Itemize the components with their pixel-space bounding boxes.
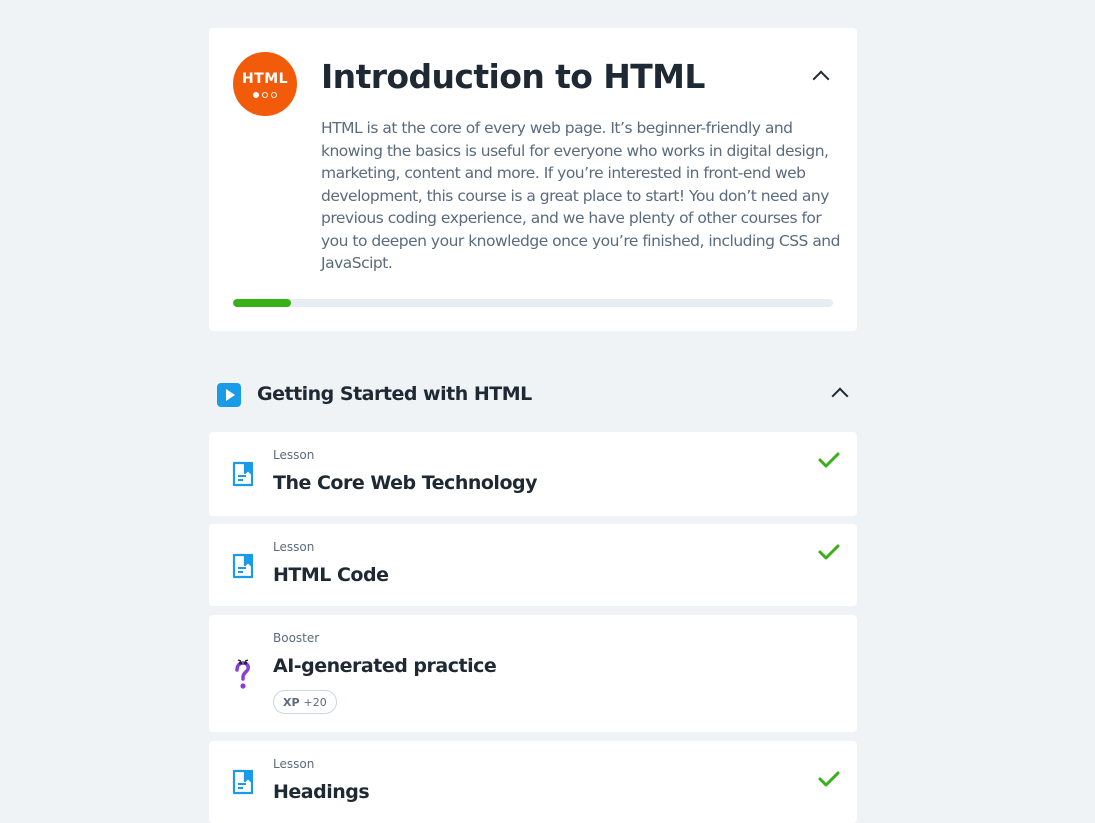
course-progress-fill — [233, 299, 292, 307]
item-type-label: Lesson — [273, 540, 315, 554]
course-progress-bar — [233, 299, 833, 307]
section-header[interactable]: Getting Started with HTML — [209, 372, 857, 416]
lesson-document-icon — [232, 553, 253, 579]
item-type-label: Lesson — [273, 757, 315, 771]
item-title: AI-generated practice — [273, 655, 497, 677]
section-title: Getting Started with HTML — [257, 383, 532, 405]
item-type-label: Lesson — [273, 448, 315, 462]
course-card: HTML Introduction to HTML HTML is at the… — [209, 28, 857, 331]
lesson-item[interactable]: Lesson Headings — [209, 741, 857, 823]
item-title: The Core Web Technology — [273, 472, 537, 494]
logo-dots-icon — [253, 91, 277, 98]
lesson-item[interactable]: Lesson HTML Code — [209, 524, 857, 606]
check-icon — [818, 452, 840, 468]
course-logo-text: HTML — [241, 70, 289, 87]
xp-value: +20 — [303, 695, 327, 709]
lesson-document-icon — [232, 461, 253, 487]
lesson-item[interactable]: Lesson The Core Web Technology — [209, 432, 857, 516]
lesson-document-icon — [232, 769, 253, 795]
html-course-logo: HTML — [233, 52, 297, 116]
course-description: HTML is at the core of every web page. I… — [321, 119, 840, 272]
check-icon — [818, 771, 840, 787]
course-title: Introduction to HTML — [321, 57, 705, 96]
chevron-up-icon[interactable] — [812, 70, 830, 88]
item-title: HTML Code — [273, 564, 389, 586]
chevron-up-icon[interactable] — [831, 387, 849, 405]
question-mark-icon — [235, 659, 250, 689]
booster-item[interactable]: Booster AI-generated practice XP +20 — [209, 615, 857, 732]
item-title: Headings — [273, 781, 370, 803]
xp-badge: XP +20 — [273, 690, 337, 714]
xp-label: XP — [283, 695, 300, 709]
item-type-label: Booster — [273, 631, 320, 645]
play-icon — [217, 383, 241, 407]
check-icon — [818, 544, 840, 560]
